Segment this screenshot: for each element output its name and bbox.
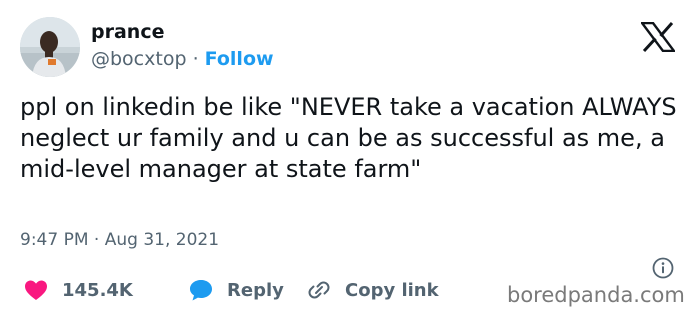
- tweet-text: ppl on linkedin be like "NEVER take a va…: [20, 93, 677, 183]
- likes-count: 145.4K: [62, 279, 133, 301]
- heart-icon: [25, 280, 47, 300]
- tweet-time: 9:47 PM: [20, 230, 89, 250]
- speech-bubble-icon: [190, 280, 212, 301]
- x-logo-icon[interactable]: [641, 22, 675, 52]
- author-display-name[interactable]: prance: [91, 20, 164, 44]
- copy-link-button[interactable]: Copy link: [305, 276, 439, 304]
- follow-button[interactable]: Follow: [205, 48, 274, 70]
- reply-button[interactable]: Reply: [187, 276, 305, 304]
- info-icon[interactable]: [651, 256, 675, 280]
- tweet-date: Aug 31, 2021: [104, 230, 220, 250]
- reply-label: Reply: [227, 279, 284, 301]
- author-handle-line: @bocxtop · Follow: [91, 47, 274, 71]
- avatar[interactable]: [20, 17, 80, 77]
- copy-link-label: Copy link: [345, 279, 439, 301]
- action-bar: 145.4K Reply Copy link: [22, 275, 439, 305]
- watermark-text: boredpanda.com: [507, 283, 685, 307]
- tweet-timestamp[interactable]: 9:47 PM · Aug 31, 2021: [20, 228, 219, 252]
- link-icon: [308, 281, 330, 299]
- author-handle[interactable]: @bocxtop: [91, 48, 187, 70]
- tweet-card: prance @bocxtop · Follow ppl on linkedin…: [0, 0, 700, 318]
- like-button[interactable]: 145.4K: [22, 276, 187, 304]
- timestamp-separator: ·: [93, 230, 100, 250]
- separator-dot: ·: [192, 48, 199, 70]
